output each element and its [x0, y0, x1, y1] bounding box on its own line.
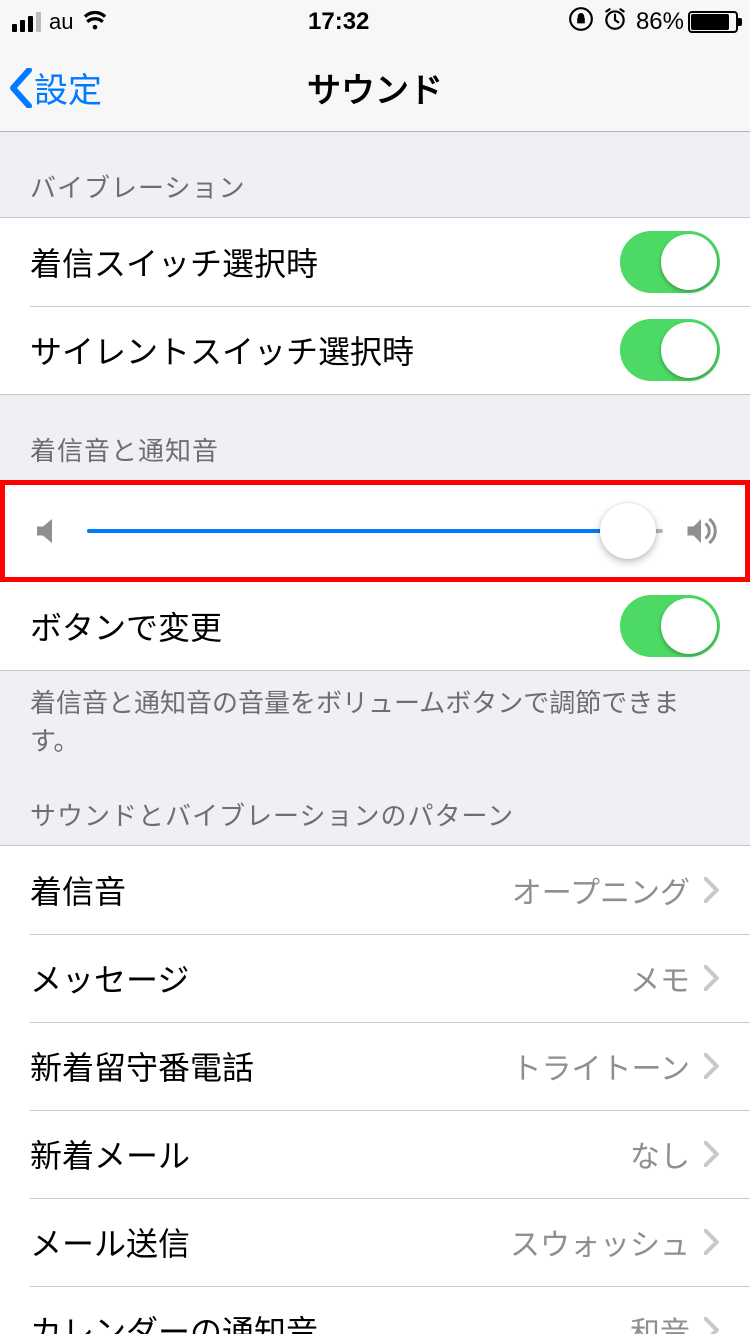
chevron-right-icon — [704, 965, 720, 991]
group-vibration: 着信スイッチ選択時 サイレントスイッチ選択時 — [0, 217, 750, 395]
orientation-lock-icon — [568, 6, 594, 39]
cell-label: 着信スイッチ選択時 — [30, 239, 620, 285]
cell-label: サイレントスイッチ選択時 — [30, 327, 620, 373]
volume-slider[interactable] — [87, 503, 663, 559]
status-bar: au 17:32 86% — [0, 0, 750, 44]
cell-label: 新着留守番電話 — [30, 1043, 512, 1089]
toggle-vibrate-on-ring[interactable] — [620, 231, 720, 293]
group-patterns: 着信音 オープニング メッセージ メモ 新着留守番電話 トライトーン 新着メール… — [0, 845, 750, 1334]
volume-min-icon — [31, 513, 67, 549]
wifi-icon — [81, 8, 109, 37]
cell-text-tone[interactable]: メッセージ メモ — [0, 934, 750, 1022]
back-button[interactable]: 設定 — [0, 63, 102, 112]
group-change-buttons: ボタンで変更 — [0, 582, 750, 671]
chevron-right-icon — [704, 1229, 720, 1255]
section-header-ringer: 着信音と通知音 — [0, 395, 750, 480]
battery-icon — [688, 11, 738, 33]
volume-max-icon — [683, 513, 719, 549]
cell-sent-mail[interactable]: メール送信 スウォッシュ — [0, 1198, 750, 1286]
volume-slider-highlight — [0, 480, 750, 582]
cell-ringtone[interactable]: 着信音 オープニング — [0, 846, 750, 934]
cell-calendar-alerts[interactable]: カレンダーの通知音 和音 — [0, 1286, 750, 1334]
cell-label: メール送信 — [30, 1219, 510, 1265]
section-header-vibration: バイブレーション — [0, 132, 750, 217]
cell-label: カレンダーの通知音 — [30, 1307, 630, 1334]
chevron-right-icon — [704, 1053, 720, 1079]
page-title: サウンド — [0, 63, 750, 112]
cell-value: オープニング — [512, 868, 690, 912]
back-label: 設定 — [34, 63, 102, 112]
slider-thumb[interactable] — [600, 503, 656, 559]
section-header-patterns: サウンドとバイブレーションのパターン — [0, 760, 750, 845]
battery-percent: 86% — [636, 8, 684, 36]
carrier-label: au — [49, 9, 73, 35]
alarm-icon — [602, 6, 628, 39]
cell-vibrate-on-silent[interactable]: サイレントスイッチ選択時 — [0, 306, 750, 394]
cell-change-with-buttons[interactable]: ボタンで変更 — [0, 582, 750, 670]
cell-label: 着信音 — [30, 867, 512, 913]
chevron-right-icon — [704, 1141, 720, 1167]
chevron-right-icon — [704, 877, 720, 903]
toggle-vibrate-on-silent[interactable] — [620, 319, 720, 381]
cell-label: メッセージ — [30, 955, 630, 1001]
toggle-change-with-buttons[interactable] — [620, 595, 720, 657]
status-time: 17:32 — [109, 8, 567, 36]
signal-bars-icon — [12, 12, 41, 32]
cell-value: メモ — [630, 956, 690, 1000]
cell-vibrate-on-ring[interactable]: 着信スイッチ選択時 — [0, 218, 750, 306]
slider-fill — [87, 529, 628, 533]
cell-label: ボタンで変更 — [30, 603, 620, 649]
cell-value: トライトーン — [512, 1044, 691, 1088]
cell-label: 新着メール — [30, 1131, 630, 1177]
cell-new-voicemail[interactable]: 新着留守番電話 トライトーン — [0, 1022, 750, 1110]
cell-value: 和音 — [630, 1308, 690, 1334]
volume-slider-row — [5, 485, 745, 577]
section-footer-ringer: 着信音と通知音の音量をボリュームボタンで調節できます。 — [0, 671, 750, 760]
cell-value: なし — [630, 1132, 690, 1176]
battery-fill — [691, 14, 729, 30]
nav-bar: 設定 サウンド — [0, 44, 750, 132]
chevron-right-icon — [704, 1317, 720, 1334]
cell-new-mail[interactable]: 新着メール なし — [0, 1110, 750, 1198]
cell-value: スウォッシュ — [510, 1220, 690, 1264]
